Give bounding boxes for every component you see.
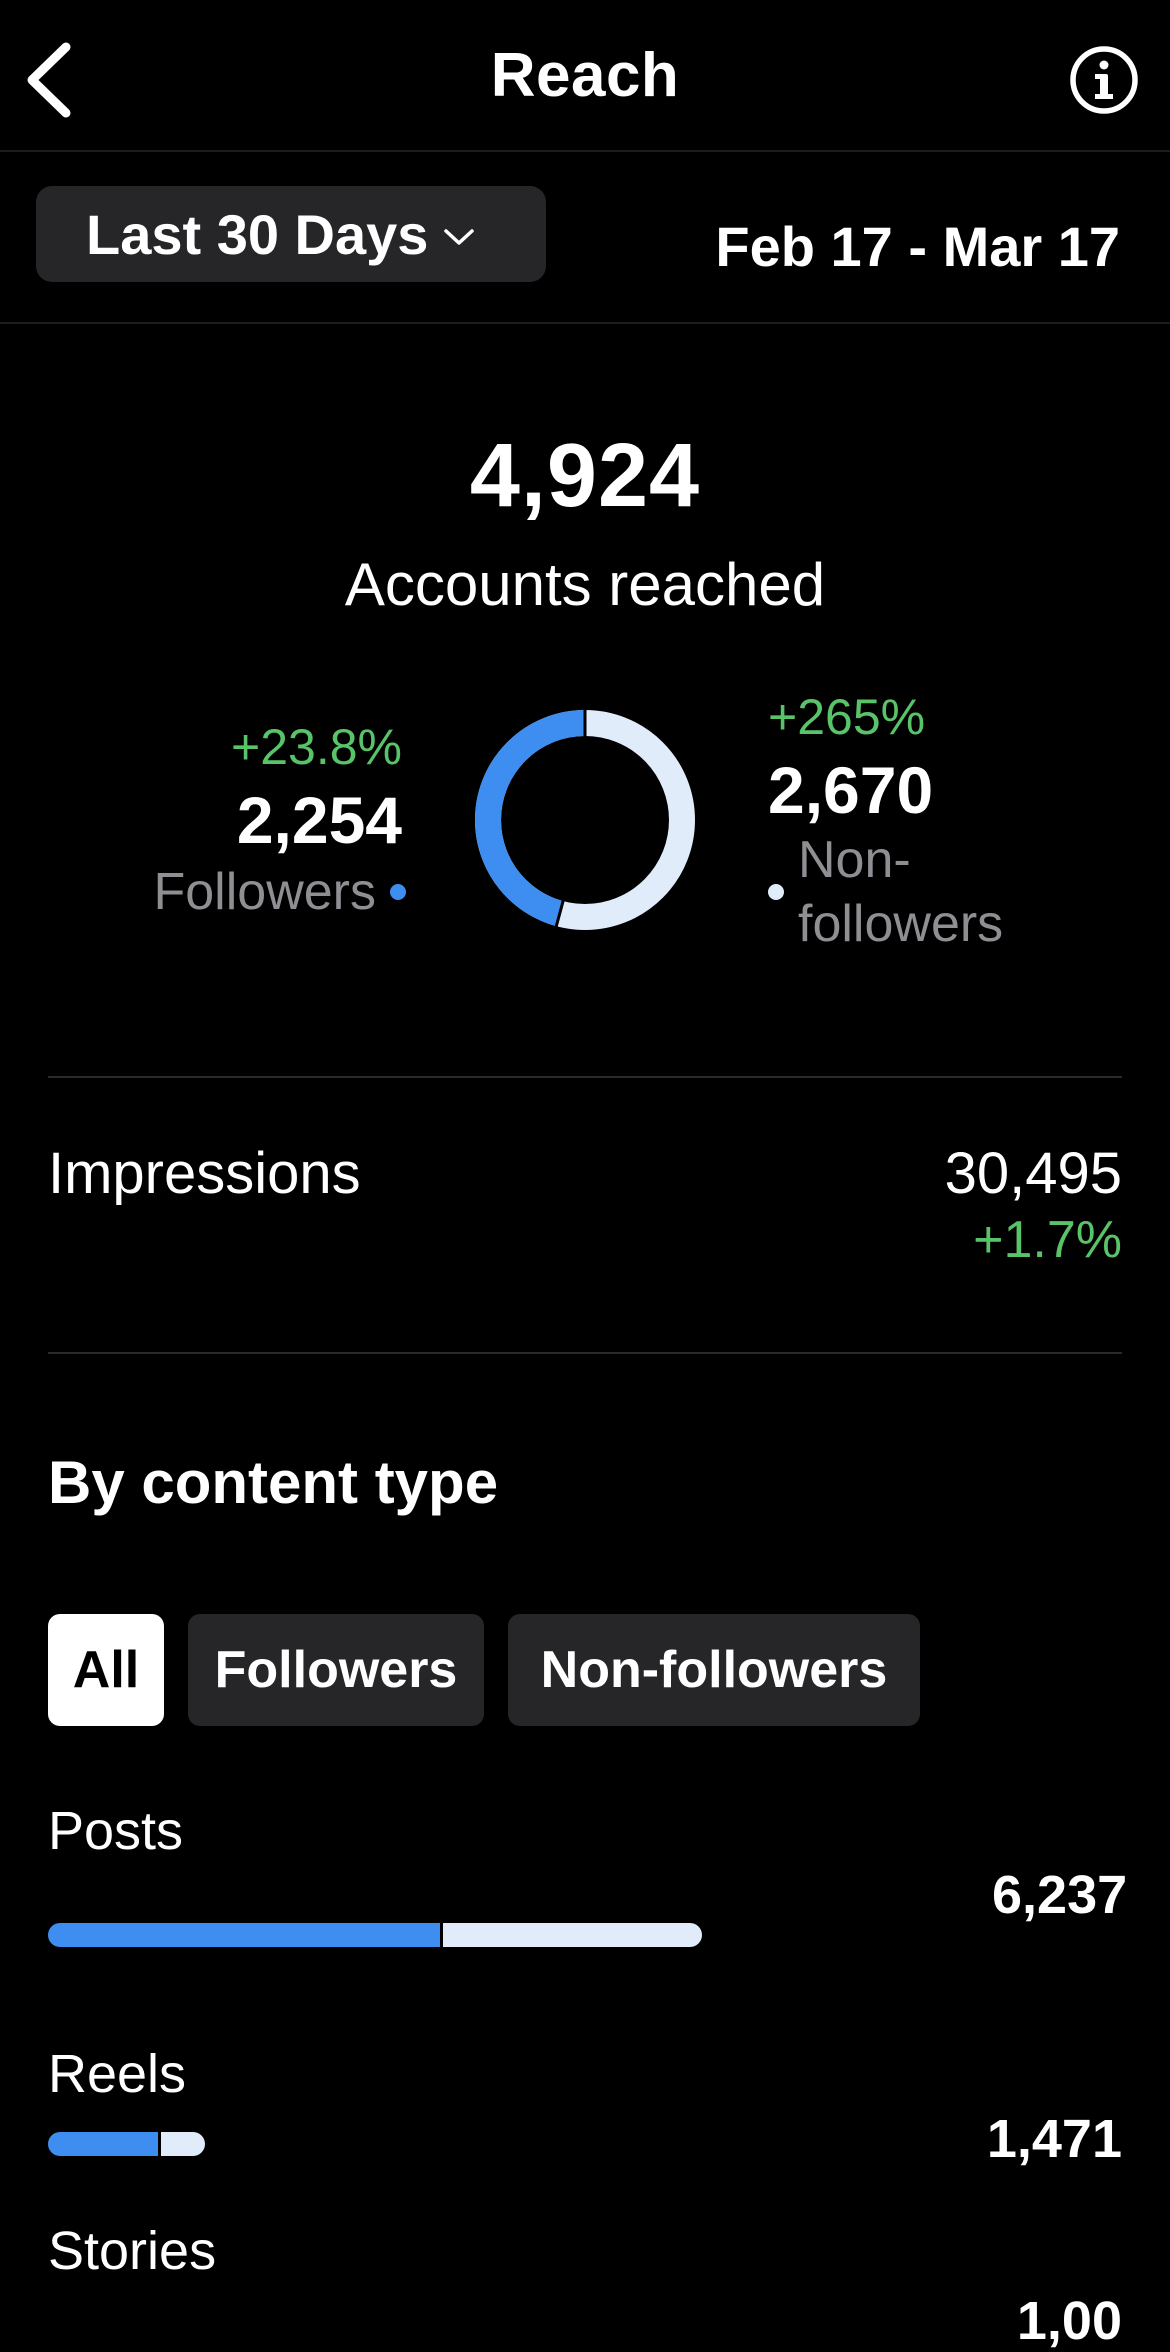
range-label: Last 30 Days — [86, 202, 429, 266]
range-dropdown-button[interactable]: Last 30 Days — [36, 186, 546, 282]
header: Reach — [0, 0, 1170, 152]
bar-followers-segment — [48, 1923, 440, 1947]
non-followers-value: 2,670 — [768, 753, 934, 827]
content-row-value-posts: 6,237 — [992, 1865, 1128, 1925]
date-range-text: Feb 17 - Mar 17 — [715, 215, 1120, 278]
content-bar-posts — [48, 1923, 702, 1947]
content-row-label-stories: Stories — [48, 2221, 217, 2281]
content-row-label-posts: Posts — [48, 1801, 184, 1861]
section-title: By content type — [48, 1449, 499, 1516]
info-button[interactable] — [1068, 44, 1140, 116]
non-followers-change: +265% — [768, 689, 926, 745]
content-bar-reels — [48, 2132, 205, 2156]
date-range-bar: Last 30 Days Feb 17 - Mar 17 — [0, 152, 1170, 324]
filter-chip-non-followers[interactable]: Non-followers — [508, 1614, 920, 1726]
divider — [48, 1352, 1122, 1354]
followers-dot — [390, 884, 406, 900]
followers-value: 2,254 — [236, 783, 402, 857]
reach-donut-chart — [475, 709, 695, 930]
content-row-label-reels: Reels — [48, 2044, 187, 2104]
content-row-value-reels: 1,471 — [986, 2109, 1122, 2169]
filter-chip-followers[interactable]: Followers — [188, 1614, 484, 1726]
page-title: Reach — [490, 41, 680, 110]
accounts-reached-label: Accounts reached — [344, 551, 826, 618]
followers-change: +23.8% — [231, 719, 402, 775]
bar-non-followers-segment — [443, 1923, 702, 1947]
info-circle-icon — [1070, 46, 1138, 114]
filter-chip-all[interactable]: All — [48, 1614, 164, 1726]
accounts-reached-value: 4,924 — [469, 426, 701, 526]
impressions-value: 30,495 — [944, 1141, 1122, 1206]
impressions-label: Impressions — [48, 1141, 361, 1206]
non-followers-label: Non-followers — [798, 831, 1004, 953]
chevron-down-icon — [444, 229, 475, 245]
divider — [48, 1076, 1122, 1078]
bar-followers-segment — [48, 2132, 158, 2156]
bar-non-followers-segment — [161, 2132, 205, 2156]
non-followers-dot — [768, 884, 784, 900]
followers-legend: Followers — [153, 862, 406, 922]
followers-label: Followers — [153, 863, 377, 921]
content-row-value-stories: 1,00 — [1016, 2291, 1122, 2351]
impressions-change: +1.7% — [973, 1211, 1122, 1269]
